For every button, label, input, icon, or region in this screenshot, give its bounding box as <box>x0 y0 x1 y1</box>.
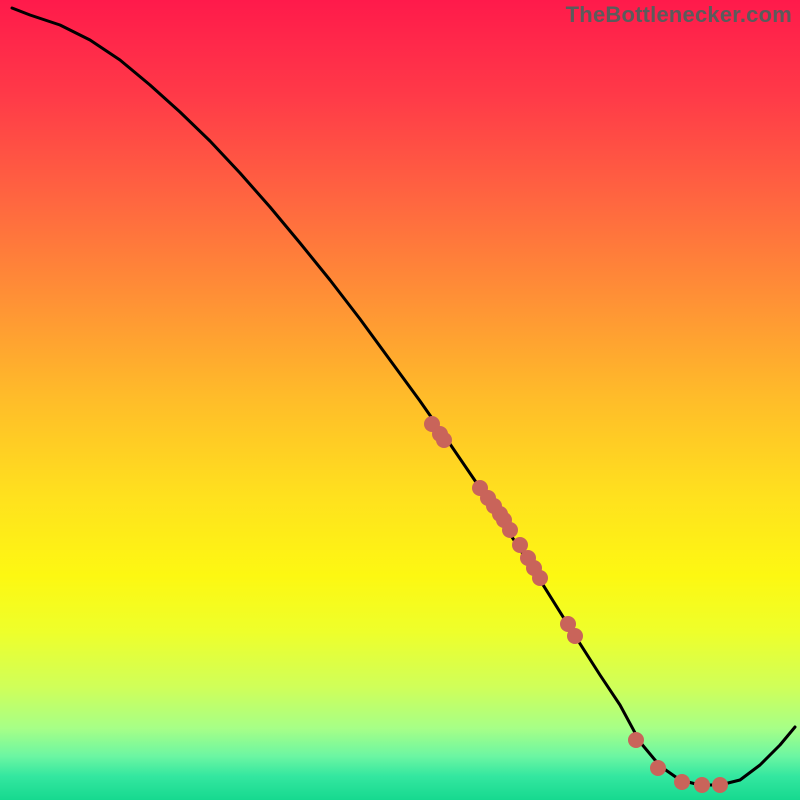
data-dot <box>436 432 452 448</box>
data-dot <box>502 522 518 538</box>
chart-overlay <box>0 0 800 800</box>
chart-frame: TheBottlenecker.com <box>0 0 800 800</box>
bottleneck-curve <box>12 8 795 785</box>
data-dot <box>628 732 644 748</box>
data-dot <box>567 628 583 644</box>
data-dot <box>532 570 548 586</box>
data-dot <box>650 760 666 776</box>
data-dot <box>694 777 710 793</box>
data-dot <box>674 774 690 790</box>
data-dot <box>712 777 728 793</box>
watermark-text: TheBottlenecker.com <box>566 2 792 28</box>
